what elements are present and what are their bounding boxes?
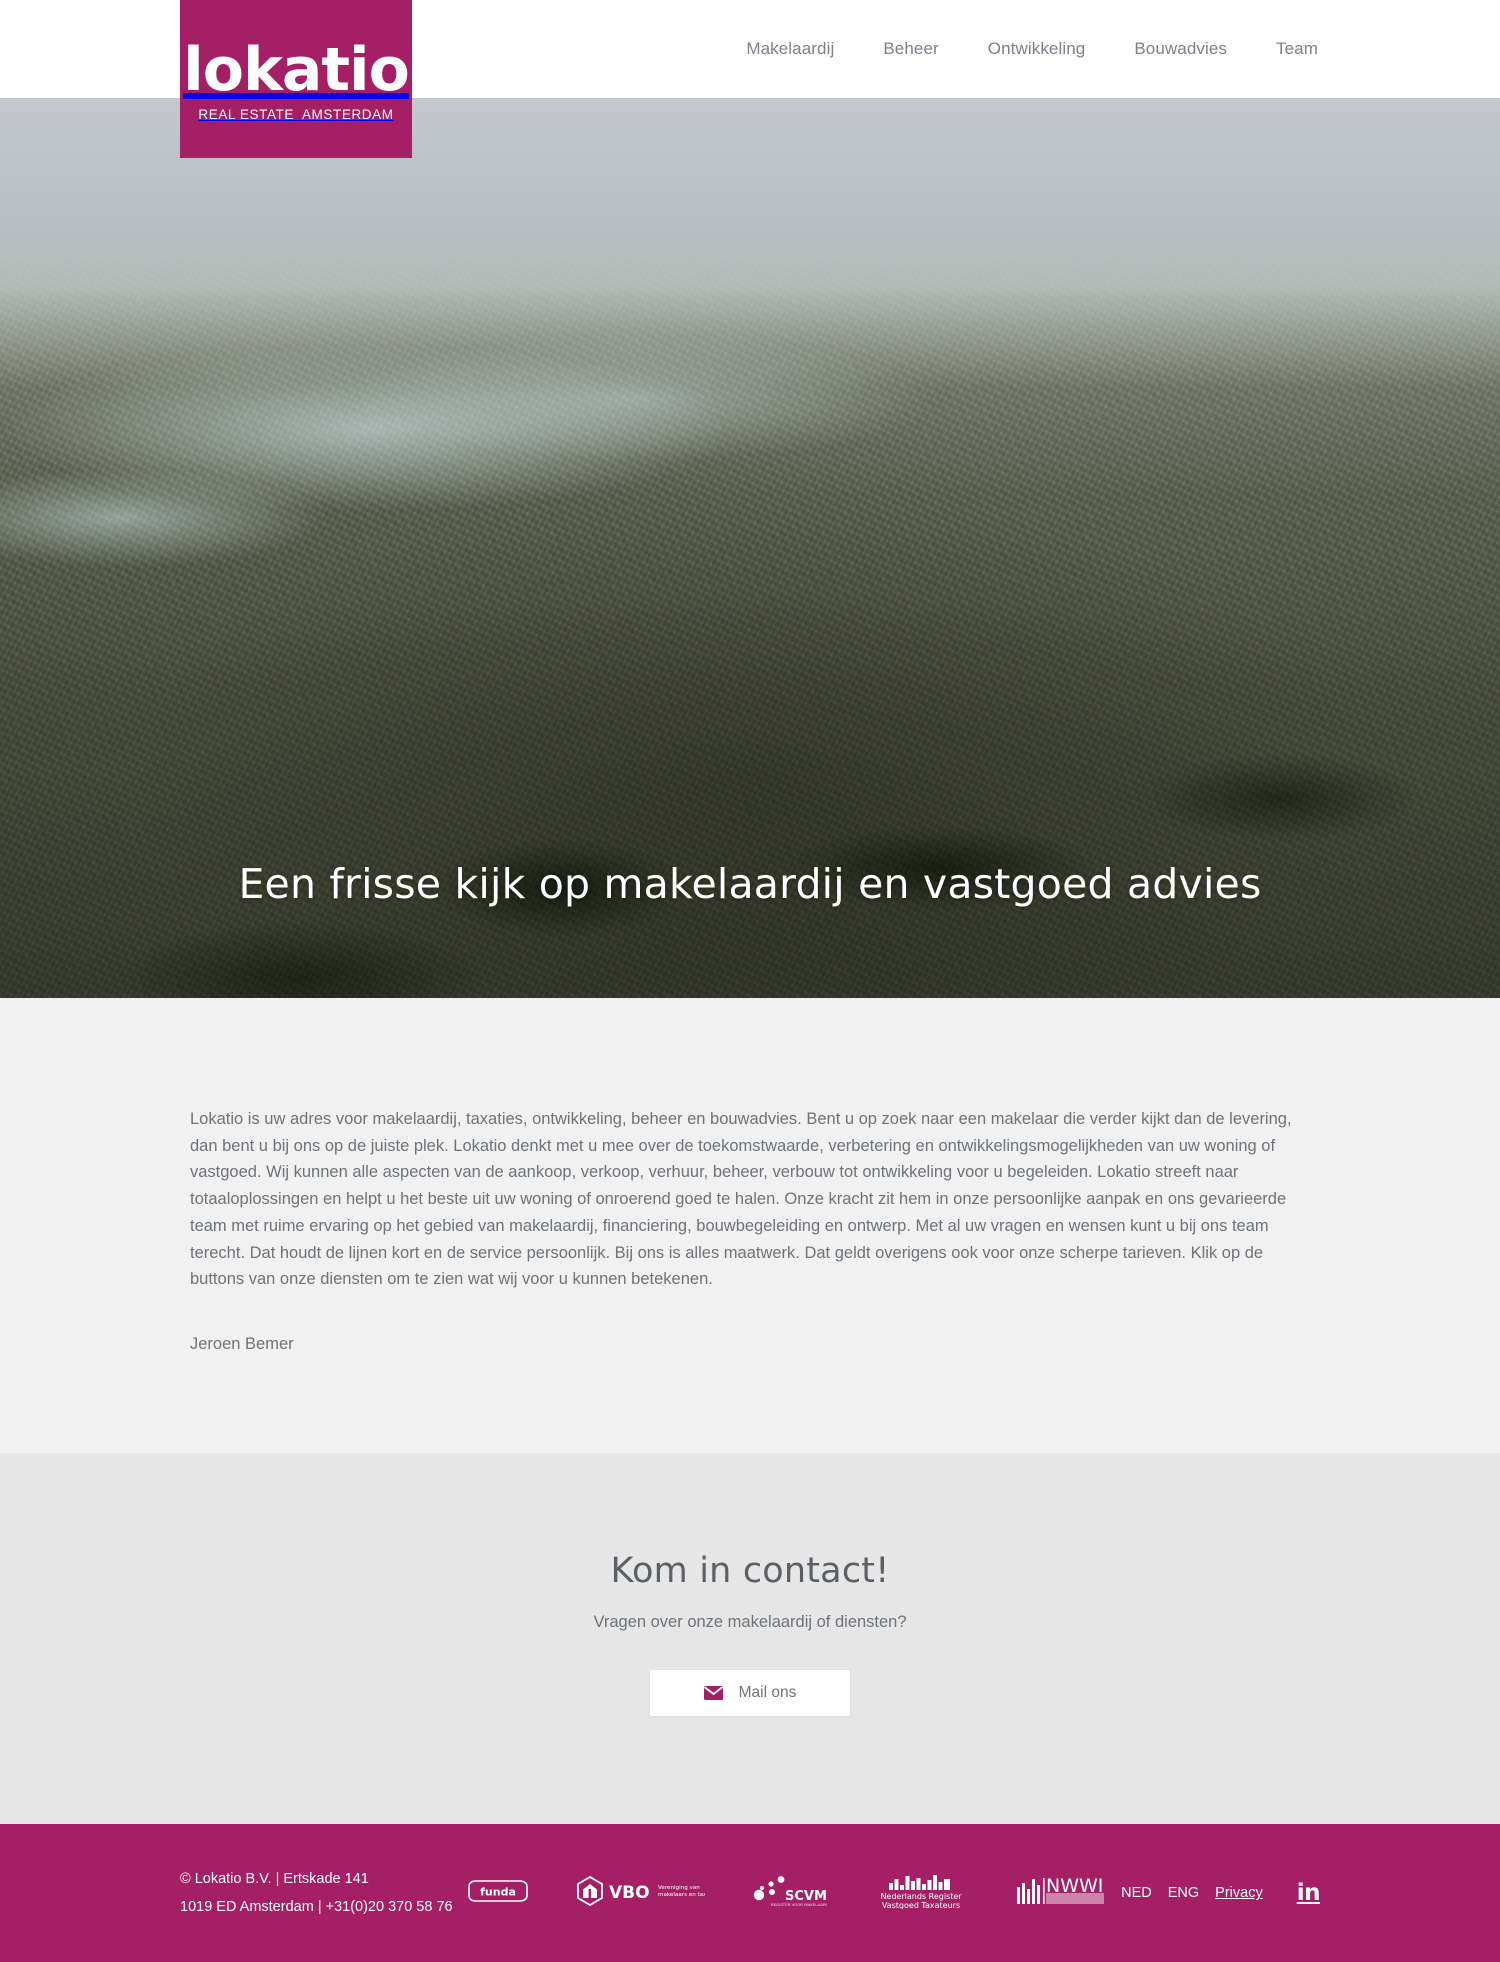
mail-ons-button[interactable]: Mail ons <box>650 1670 850 1717</box>
partner-logo-vbo[interactable]: VBO Vereniging van makelaars en taxateur… <box>575 1875 724 1911</box>
mail-ons-button-label: Mail ons <box>738 1684 797 1702</box>
nav-item-bouwadvies[interactable]: Bouwadvies <box>1134 39 1227 59</box>
footer-address-line-1: © Lokatio B.V. | Ertskade 141 <box>180 1871 369 1888</box>
partner-logo-funda[interactable]: funda <box>467 1878 529 1909</box>
intro-section: Lokatio is uw adres voor makelaardij, ta… <box>0 998 1500 1454</box>
contact-heading: Kom in contact! <box>610 1551 890 1592</box>
intro-paragraph: Lokatio is uw adres voor makelaardij, ta… <box>190 1110 1292 1289</box>
footer-link-eng[interactable]: ENG <box>1168 1885 1199 1901</box>
partner-logo-scvm[interactable]: SCVM REGISTER VOOR MAKELAARS <box>751 1875 829 1912</box>
footer-links-and-social: NED ENG Privacy in <box>1121 1881 1321 1905</box>
svg-text:VBO: VBO <box>609 1883 650 1903</box>
logo-tagline: REAL ESTATE AMSTERDAM <box>198 106 394 122</box>
footer-link-privacy[interactable]: Privacy <box>1215 1885 1263 1901</box>
svg-text:makelaars en taxateurs: makelaars en taxateurs <box>658 1892 705 1898</box>
nav-item-team[interactable]: Team <box>1276 39 1318 59</box>
nav-item-beheer[interactable]: Beheer <box>883 39 938 59</box>
svg-text:funda: funda <box>480 1885 516 1898</box>
svg-text:Vereniging van: Vereniging van <box>658 1885 700 1891</box>
nav-item-makelaardij[interactable]: Makelaardij <box>746 39 834 59</box>
svg-text:Nederlands Register: Nederlands Register <box>880 1892 962 1901</box>
partner-logo-nwwi[interactable]: NWWI <box>1015 1874 1107 1913</box>
contact-subheading: Vragen over onze makelaardij of diensten… <box>593 1613 907 1632</box>
svg-text:NWWI: NWWI <box>1046 1875 1103 1897</box>
logo-wordmark: lokatio <box>183 34 410 105</box>
footer-address-line-2: 1019 ED Amsterdam | +31(0)20 370 58 76 <box>180 1899 453 1916</box>
svg-text:REGISTER VOOR MAKELAARS: REGISTER VOOR MAKELAARS <box>771 1902 827 1907</box>
site-logo[interactable]: lokatio REAL ESTATE AMSTERDAM <box>180 0 412 158</box>
hero-section: Een frisse kijk op makelaardij en vastgo… <box>0 98 1500 998</box>
linkedin-icon[interactable]: in <box>1297 1881 1321 1905</box>
main-navigation: Makelaardij Beheer Ontwikkeling Bouwadvi… <box>746 0 1318 98</box>
nav-item-ontwikkeling[interactable]: Ontwikkeling <box>988 39 1086 59</box>
contact-section: Kom in contact! Vragen over onze makelaa… <box>0 1453 1500 1825</box>
site-header: lokatio REAL ESTATE AMSTERDAM Makelaardi… <box>0 0 1500 158</box>
footer-link-ned[interactable]: NED <box>1121 1885 1152 1901</box>
intro-signature: Jeroen Bemer <box>190 1335 294 1354</box>
svg-text:Vastgoed Taxateurs: Vastgoed Taxateurs <box>882 1901 960 1909</box>
hero-title: Een frisse kijk op makelaardij en vastgo… <box>238 860 1262 908</box>
partner-logo-nrvt[interactable]: Nederlands Register Vastgoed Taxateurs <box>873 1873 969 1914</box>
footer-partner-logos: funda VBO Vereniging van makelaars en ta… <box>467 1873 1107 1914</box>
footer-links: NED ENG Privacy <box>1121 1885 1263 1901</box>
site-footer: © Lokatio B.V. | Ertskade 141 1019 ED Am… <box>0 1824 1500 1962</box>
envelope-icon <box>703 1686 723 1701</box>
footer-address: © Lokatio B.V. | Ertskade 141 1019 ED Am… <box>180 1865 453 1922</box>
